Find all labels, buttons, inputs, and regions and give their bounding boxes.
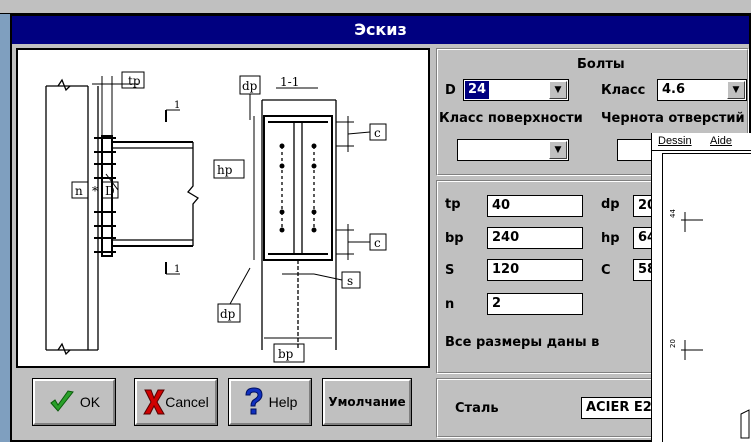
background-window-strip	[0, 0, 751, 14]
sketch-label-1-top: 1	[174, 100, 180, 111]
steel-label: Сталь	[455, 401, 499, 416]
units-note: Все размеры даны в	[445, 335, 600, 350]
bolts-title: Болты	[577, 57, 625, 72]
checkmark-icon	[50, 390, 74, 412]
bp-input[interactable]: 240	[487, 227, 583, 249]
sketch-label-c-top: c	[374, 126, 381, 140]
question-mark-icon	[245, 387, 263, 415]
surface-class-label: Класс поверхности	[439, 111, 583, 126]
menu-aide[interactable]: Aide	[710, 135, 732, 147]
bp-label: bp	[445, 231, 464, 246]
connection-sketch: tp 1 1 n * D 1-1 dp hp c c s dp bp	[45, 71, 387, 363]
tp-label: tp	[445, 197, 461, 212]
dropdown-arrow-icon[interactable]: ▼	[549, 81, 567, 99]
column-elevation	[45, 78, 199, 356]
sketch-label-dp-bottom: dp	[220, 307, 236, 321]
bolt-d-label: D	[445, 83, 456, 98]
dessin-dim-top: 44	[669, 209, 677, 218]
dp-label: dp	[601, 197, 620, 212]
sketch-label-n: n	[75, 184, 83, 198]
tp-input[interactable]: 40	[487, 195, 583, 217]
bolt-class-label: Класс	[601, 83, 646, 98]
sketch-dialog: Эскиз tp 1 1 n * D 1-1 dp hp c c s dp bp…	[10, 14, 751, 442]
ok-button[interactable]: OK	[32, 378, 116, 426]
n-input[interactable]: 2	[487, 293, 583, 315]
dessin-drawing: 44 20	[669, 209, 750, 439]
menu-dessin[interactable]: Dessin	[658, 135, 692, 147]
sketch-label-hp: hp	[217, 163, 233, 177]
hole-roughness-label: Чернота отверстий	[601, 111, 745, 126]
help-button[interactable]: Help	[228, 378, 312, 426]
x-cross-icon	[143, 389, 166, 415]
dessin-dim-bottom: 20	[669, 339, 677, 348]
sketch-label-c-bottom: c	[374, 236, 381, 250]
title-bar[interactable]: Эскиз	[12, 16, 749, 44]
dessin-window: Dessin Aide 44 20	[651, 133, 751, 442]
sketch-panel: tp 1 1 n * D 1-1 dp hp c c s dp bp	[16, 48, 430, 368]
bolt-class-select[interactable]: 4.6 ▼	[657, 79, 747, 101]
sketch-label-star: *	[92, 184, 98, 198]
section-1-1	[261, 99, 337, 350]
cancel-label: Cancel	[165, 394, 209, 410]
hp-label: hp	[601, 231, 620, 246]
dropdown-arrow-icon[interactable]: ▼	[727, 81, 745, 99]
surface-class-select[interactable]: ▼	[457, 139, 569, 161]
bolt-class-value: 4.6	[662, 82, 686, 97]
dialog-title: Эскиз	[354, 20, 407, 39]
help-label: Help	[268, 394, 298, 410]
default-label: Умолчание	[328, 395, 406, 409]
n-label: n	[445, 297, 455, 312]
sketch-label-s: s	[347, 274, 353, 288]
sketch-label-dp-top: dp	[242, 79, 258, 93]
dessin-canvas[interactable]: 44 20	[662, 153, 751, 442]
bolt-diameter-select[interactable]: 24 ▼	[463, 79, 569, 101]
default-button[interactable]: Умолчание	[322, 378, 412, 426]
c-label: C	[601, 263, 611, 278]
hole-roughness-value	[619, 141, 625, 159]
dropdown-arrow-icon[interactable]: ▼	[549, 141, 567, 159]
ok-label: OK	[79, 394, 101, 410]
sketch-label-bp: bp	[278, 347, 294, 361]
s-label: S	[445, 263, 455, 278]
sketch-label-tp: tp	[128, 74, 141, 88]
surface-class-value	[459, 141, 465, 159]
sketch-label-1-bottom: 1	[174, 264, 180, 275]
bolt-diameter-value: 24	[465, 81, 490, 99]
s-input[interactable]: 120	[487, 259, 583, 281]
cancel-button[interactable]: Cancel	[134, 378, 218, 426]
sketch-label-section: 1-1	[280, 75, 299, 89]
dessin-menubar: Dessin Aide	[652, 133, 751, 151]
bolt-holes-section	[279, 143, 317, 233]
sketch-label-D: D	[105, 184, 115, 198]
